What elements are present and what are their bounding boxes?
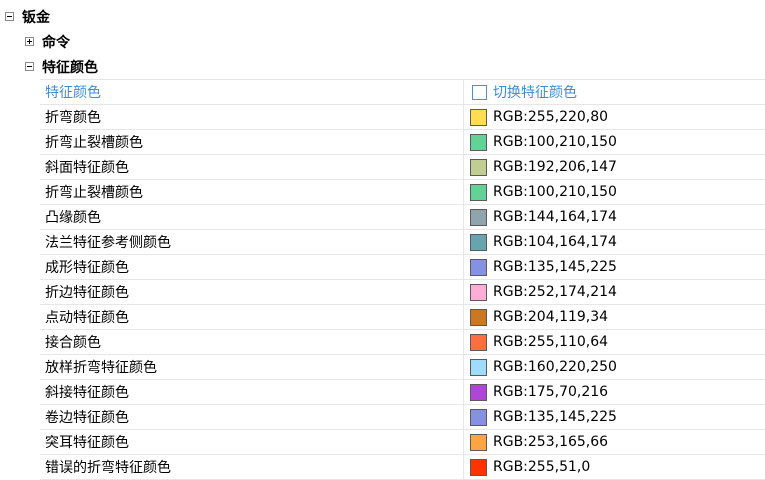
color-swatch[interactable] — [470, 408, 487, 426]
color-swatch[interactable] — [470, 208, 487, 226]
tree-node-sheet-metal[interactable]: 钣金 — [5, 4, 50, 29]
color-swatch[interactable] — [470, 433, 487, 451]
rgb-value: RGB:135,145,225 — [493, 409, 617, 425]
color-swatch[interactable] — [470, 158, 487, 176]
table-row[interactable]: 成形特征颜色 RGB:135,145,225 — [40, 255, 765, 280]
color-value-cell[interactable]: RGB:252,174,214 — [464, 280, 765, 304]
rgb-value: RGB:255,110,64 — [493, 334, 609, 350]
rgb-value: RGB:192,206,147 — [493, 159, 617, 175]
rgb-value: RGB:135,145,225 — [493, 259, 617, 275]
rgb-value: RGB:204,119,34 — [493, 309, 609, 325]
feature-name: 斜接特征颜色 — [40, 380, 464, 404]
table-row[interactable]: 错误的折弯特征颜色 RGB:255,51,0 — [40, 455, 765, 480]
rgb-value: RGB:253,165,66 — [493, 434, 609, 450]
table-row[interactable]: 折边特征颜色 RGB:252,174,214 — [40, 280, 765, 305]
color-swatch[interactable] — [470, 383, 487, 401]
table-row[interactable]: 放样折弯特征颜色 RGB:160,220,250 — [40, 355, 765, 380]
grid-header: 特征颜色 切换特征颜色 — [40, 80, 765, 105]
rgb-value: RGB:175,70,216 — [493, 384, 609, 400]
color-value-cell[interactable]: RGB:255,110,64 — [464, 330, 765, 354]
color-swatch[interactable] — [470, 458, 487, 476]
color-value-cell[interactable]: RGB:135,145,225 — [464, 255, 765, 279]
color-swatch[interactable] — [470, 258, 487, 276]
feature-name: 折弯止裂槽颜色 — [40, 180, 464, 204]
feature-name: 折弯颜色 — [40, 105, 464, 129]
feature-name: 凸缘颜色 — [40, 205, 464, 229]
feature-name: 点动特征颜色 — [40, 305, 464, 329]
rgb-value: RGB:160,220,250 — [493, 359, 617, 375]
table-row[interactable]: 接合颜色 RGB:255,110,64 — [40, 330, 765, 355]
collapse-icon[interactable] — [25, 62, 34, 71]
color-value-cell[interactable]: RGB:255,220,80 — [464, 105, 765, 129]
color-swatch[interactable] — [470, 333, 487, 351]
feature-name: 突耳特征颜色 — [40, 430, 464, 454]
rgb-value: RGB:100,210,150 — [493, 184, 617, 200]
table-row[interactable]: 斜接特征颜色 RGB:175,70,216 — [40, 380, 765, 405]
color-swatch[interactable] — [470, 183, 487, 201]
color-value-cell[interactable]: RGB:204,119,34 — [464, 305, 765, 329]
tree-node-commands[interactable]: 命令 — [25, 29, 70, 54]
rgb-value: RGB:255,51,0 — [493, 459, 591, 475]
color-value-cell[interactable]: RGB:255,51,0 — [464, 455, 765, 479]
rgb-value: RGB:252,174,214 — [493, 284, 617, 300]
feature-name: 斜面特征颜色 — [40, 155, 464, 179]
color-value-cell[interactable]: RGB:100,210,150 — [464, 180, 765, 204]
table-row[interactable]: 斜面特征颜色 RGB:192,206,147 — [40, 155, 765, 180]
color-value-cell[interactable]: RGB:144,164,174 — [464, 205, 765, 229]
color-value-cell[interactable]: RGB:104,164,174 — [464, 230, 765, 254]
color-swatch[interactable] — [470, 108, 487, 126]
header-feature-colors: 特征颜色 — [40, 80, 464, 104]
feature-name: 卷边特征颜色 — [40, 405, 464, 429]
color-value-cell[interactable]: RGB:100,210,150 — [464, 130, 765, 154]
rgb-value: RGB:104,164,174 — [493, 234, 617, 250]
toggle-feature-colors[interactable]: 切换特征颜色 — [464, 80, 765, 104]
tree-node-label: 命令 — [42, 34, 70, 51]
table-row[interactable]: 卷边特征颜色 RGB:135,145,225 — [40, 405, 765, 430]
tree-node-label: 特征颜色 — [42, 59, 98, 76]
feature-name: 法兰特征参考侧颜色 — [40, 230, 464, 254]
color-swatch[interactable] — [470, 283, 487, 301]
table-row[interactable]: 点动特征颜色 RGB:204,119,34 — [40, 305, 765, 330]
rgb-value: RGB:100,210,150 — [493, 134, 617, 150]
tree-node-feature-colors[interactable]: 特征颜色 — [25, 54, 98, 79]
table-row[interactable]: 法兰特征参考侧颜色 RGB:104,164,174 — [40, 230, 765, 255]
feature-name: 折弯止裂槽颜色 — [40, 130, 464, 154]
color-swatch[interactable] — [470, 358, 487, 376]
table-row[interactable]: 凸缘颜色 RGB:144,164,174 — [40, 205, 765, 230]
toggle-feature-colors-checkbox[interactable] — [472, 84, 487, 100]
color-value-cell[interactable]: RGB:192,206,147 — [464, 155, 765, 179]
feature-color-grid: 特征颜色 切换特征颜色 折弯颜色 RGB:255,220,80 折弯止裂槽颜色 RGB… — [40, 79, 765, 480]
tree-node-label: 钣金 — [22, 9, 50, 26]
collapse-icon[interactable] — [5, 12, 14, 21]
rgb-value: RGB:144,164,174 — [493, 209, 617, 225]
color-swatch[interactable] — [470, 233, 487, 251]
feature-name: 成形特征颜色 — [40, 255, 464, 279]
color-swatch[interactable] — [470, 308, 487, 326]
color-value-cell[interactable]: RGB:160,220,250 — [464, 355, 765, 379]
table-row[interactable]: 折弯颜色 RGB:255,220,80 — [40, 105, 765, 130]
color-swatch[interactable] — [470, 133, 487, 151]
table-row[interactable]: 折弯止裂槽颜色 RGB:100,210,150 — [40, 180, 765, 205]
table-row[interactable]: 突耳特征颜色 RGB:253,165,66 — [40, 430, 765, 455]
feature-name: 接合颜色 — [40, 330, 464, 354]
expand-icon[interactable] — [25, 37, 34, 46]
feature-name: 放样折弯特征颜色 — [40, 355, 464, 379]
feature-name: 折边特征颜色 — [40, 280, 464, 304]
table-row[interactable]: 折弯止裂槽颜色 RGB:100,210,150 — [40, 130, 765, 155]
color-value-cell[interactable]: RGB:175,70,216 — [464, 380, 765, 404]
toggle-feature-colors-label: 切换特征颜色 — [493, 85, 577, 101]
color-value-cell[interactable]: RGB:135,145,225 — [464, 405, 765, 429]
color-value-cell[interactable]: RGB:253,165,66 — [464, 430, 765, 454]
feature-name: 错误的折弯特征颜色 — [40, 455, 464, 479]
rgb-value: RGB:255,220,80 — [493, 109, 609, 125]
